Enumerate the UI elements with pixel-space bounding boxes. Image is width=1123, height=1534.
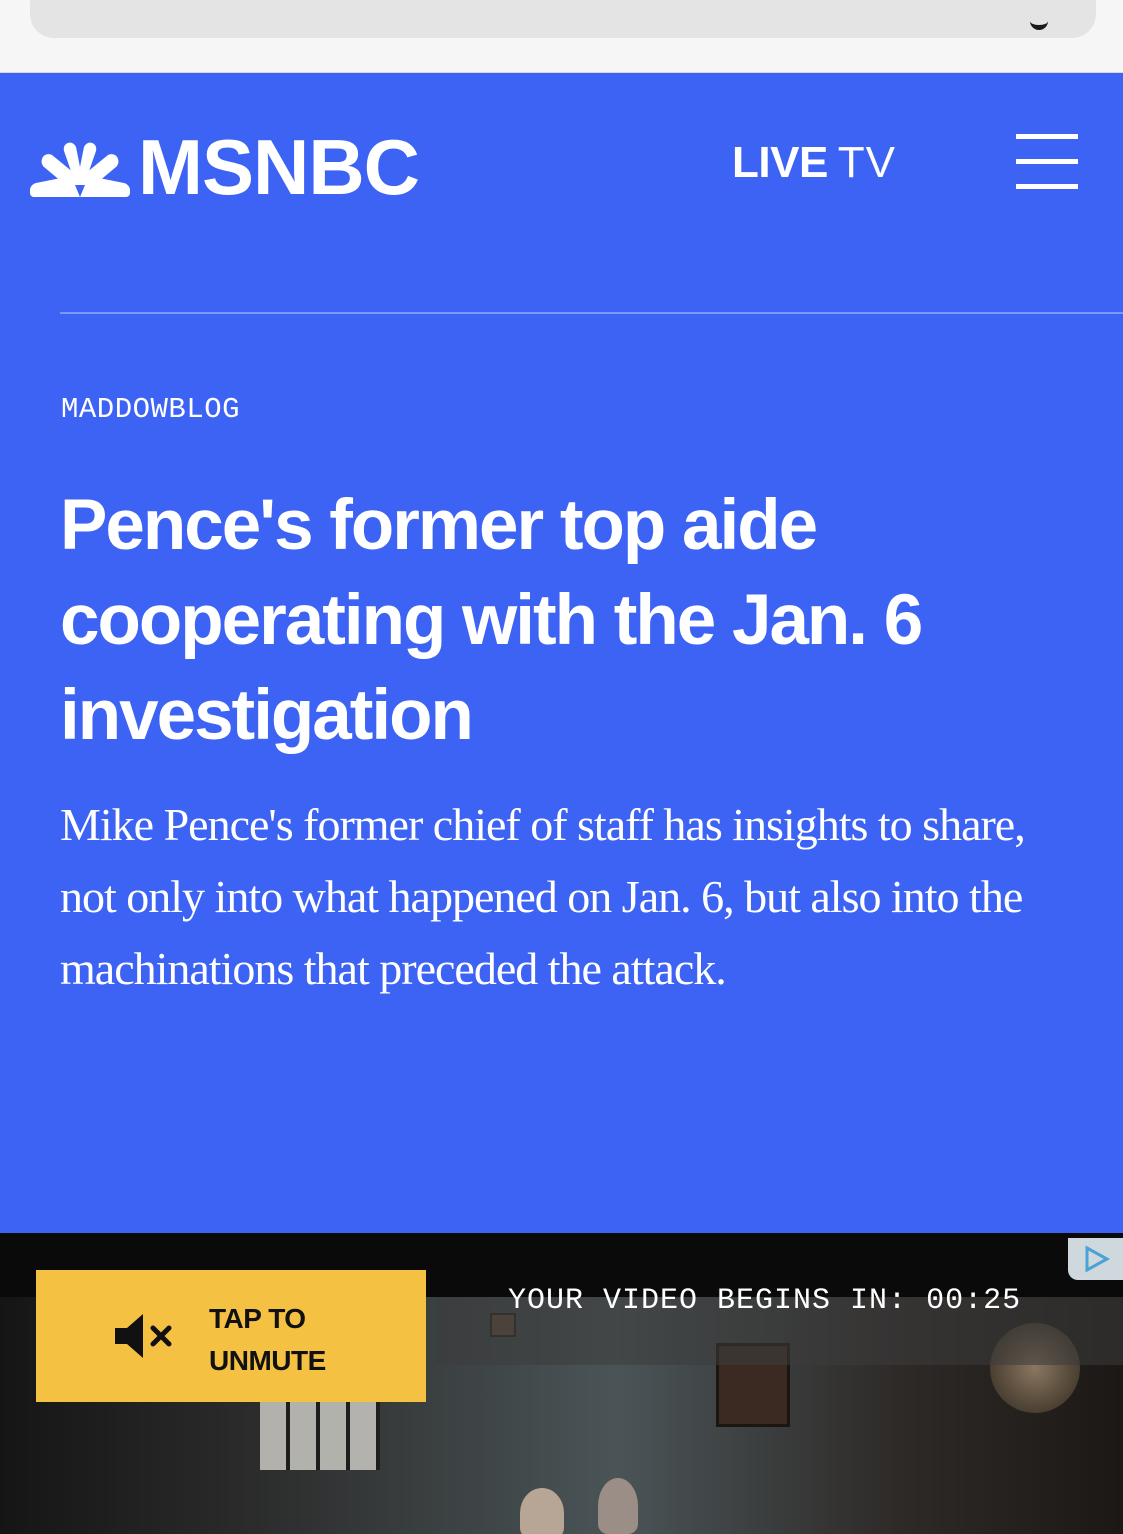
menu-bar (1016, 184, 1078, 189)
menu-bar (1016, 134, 1078, 139)
browser-toolbar (0, 0, 1123, 73)
header-divider (60, 312, 1123, 314)
menu-bar (1016, 159, 1078, 164)
unmute-label: TAP TO UNMUTE (209, 1303, 326, 1376)
reload-icon[interactable] (1030, 20, 1048, 30)
adchoices-icon[interactable] (1068, 1238, 1123, 1280)
video-scene-person (520, 1488, 564, 1534)
hamburger-menu-icon[interactable] (1016, 134, 1078, 190)
live-label: LIVE (732, 138, 828, 187)
site-header: MSNBC LIVE TV (0, 73, 1123, 243)
msnbc-logo[interactable]: MSNBC (30, 123, 420, 211)
video-countdown: YOUR VIDEO BEGINS IN: 00:25 (508, 1284, 1022, 1318)
peacock-icon (30, 142, 130, 197)
article-dek: Mike Pence's former chief of staff has i… (60, 799, 1026, 994)
address-bar[interactable] (30, 0, 1096, 38)
play-triangle-icon (1085, 1245, 1110, 1273)
brand-wordmark: MSNBC (138, 123, 420, 211)
article-headline: Pence's former top aide cooperating with… (60, 486, 923, 755)
tap-to-unmute-button[interactable]: TAP TO UNMUTE (36, 1270, 426, 1402)
video-scene-person (598, 1478, 638, 1534)
speaker-muted-icon (115, 1314, 172, 1358)
live-tv-link[interactable]: LIVE TV (732, 141, 896, 185)
tv-label: TV (837, 138, 897, 187)
section-label[interactable]: MADDOWBLOG (61, 393, 240, 426)
